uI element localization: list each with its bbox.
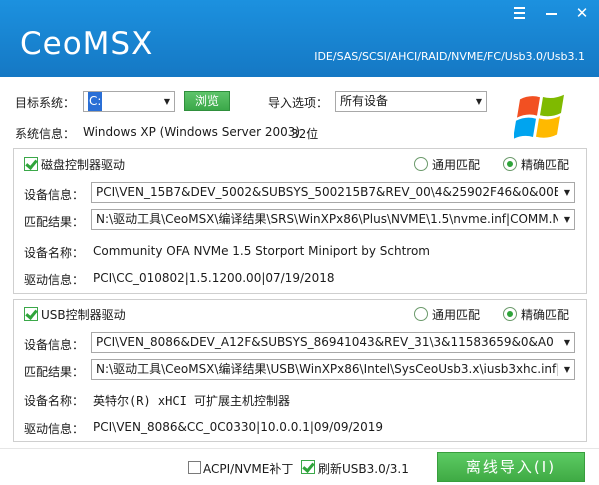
usb-controller-checkbox[interactable]: [24, 307, 38, 321]
disk-device-info-select[interactable]: PCI\VEN_15B7&DEV_5002&SUBSYS_500215B7&RE…: [91, 182, 575, 203]
usb-device-name-label: 设备名称：: [24, 394, 85, 408]
disk-device-info-value: PCI\VEN_15B7&DEV_5002&SUBSYS_500215B7&RE…: [96, 185, 558, 199]
usb-device-name-value: 英特尔(R) xHCI 可扩展主机控制器: [93, 394, 291, 408]
refresh-usb-checkbox[interactable]: [301, 460, 315, 474]
chevron-down-icon[interactable]: ▼: [560, 360, 574, 379]
usb-general-match-radio[interactable]: [414, 307, 428, 321]
chevron-down-icon[interactable]: ▼: [560, 210, 574, 229]
usb-match-label: 匹配结果：: [24, 365, 85, 379]
usb-device-info-value: PCI\VEN_8086&DEV_A12F&SUBSYS_86941043&RE…: [96, 335, 554, 349]
supported-interfaces: IDE/SAS/SCSI/AHCI/RAID/NVME/FC/Usb3.0/Us…: [314, 50, 585, 63]
usb-driver-info-label: 驱动信息：: [24, 422, 85, 436]
usb-device-info-select[interactable]: PCI\VEN_8086&DEV_A12F&SUBSYS_86941043&RE…: [91, 332, 575, 353]
refresh-usb-label: 刷新USB3.0/3.1: [318, 462, 409, 476]
browse-button[interactable]: 浏览: [184, 91, 230, 111]
disk-match-value: N:\驱动工具\CeoMSX\编译结果\SRS\WinXPx86\Plus\NV…: [96, 212, 558, 226]
usb-match-value: N:\驱动工具\CeoMSX\编译结果\USB\WinXPx86\Intel\S…: [96, 362, 558, 376]
disk-general-match-radio[interactable]: [414, 157, 428, 171]
disk-general-match-label: 通用匹配: [432, 158, 481, 172]
usb-device-info-label: 设备信息：: [24, 338, 85, 352]
chevron-down-icon[interactable]: ▼: [560, 333, 574, 352]
target-system-select[interactable]: C: ▼: [83, 91, 175, 112]
disk-device-info-label: 设备信息：: [24, 188, 85, 202]
system-info-label: 系统信息：: [15, 127, 76, 141]
system-os-text: Windows XP (Windows Server 2003): [83, 125, 301, 139]
windows-logo-icon: [514, 94, 564, 140]
minimize-icon[interactable]: [540, 4, 562, 22]
usb-controller-title: USB控制器驱动: [41, 308, 126, 322]
disk-match-label: 匹配结果：: [24, 215, 85, 229]
title-bar: CeoMSX IDE/SAS/SCSI/AHCI/RAID/NVME/FC/Us…: [0, 0, 599, 77]
disk-device-name-value: Community OFA NVMe 1.5 Storport Miniport…: [93, 244, 430, 258]
usb-match-select[interactable]: N:\驱动工具\CeoMSX\编译结果\USB\WinXPx86\Intel\S…: [91, 359, 575, 380]
chevron-down-icon[interactable]: ▼: [560, 183, 574, 202]
disk-driver-info-value: PCI\CC_010802|1.5.1200.00|07/19/2018: [93, 271, 335, 285]
import-option-label: 导入选项：: [268, 96, 329, 110]
disk-controller-checkbox[interactable]: [24, 157, 38, 171]
target-system-value: C:: [88, 92, 103, 111]
usb-general-match-label: 通用匹配: [432, 308, 481, 322]
menu-icon[interactable]: [508, 4, 530, 22]
disk-controller-title: 磁盘控制器驱动: [41, 158, 126, 172]
system-bits-text: 32位: [291, 127, 319, 141]
acpi-nvme-patch-checkbox[interactable]: [188, 461, 201, 474]
close-icon[interactable]: ✕: [571, 4, 593, 22]
disk-driver-info-label: 驱动信息：: [24, 273, 85, 287]
chevron-down-icon[interactable]: ▼: [160, 92, 174, 111]
disk-match-select[interactable]: N:\驱动工具\CeoMSX\编译结果\SRS\WinXPx86\Plus\NV…: [91, 209, 575, 230]
footer-divider: [0, 448, 599, 449]
disk-precise-match-label: 精确匹配: [521, 158, 570, 172]
chevron-down-icon[interactable]: ▼: [472, 92, 486, 111]
usb-precise-match-radio[interactable]: [503, 307, 517, 321]
target-system-label: 目标系统：: [15, 96, 76, 110]
import-option-value: 所有设备: [340, 94, 389, 108]
app-logo: CeoMSX: [20, 26, 154, 62]
import-option-select[interactable]: 所有设备 ▼: [335, 91, 487, 112]
offline-import-button[interactable]: 离线导入(I): [437, 452, 585, 482]
acpi-nvme-patch-label: ACPI/NVME补丁: [203, 462, 294, 476]
disk-precise-match-radio[interactable]: [503, 157, 517, 171]
disk-device-name-label: 设备名称：: [24, 246, 85, 260]
usb-precise-match-label: 精确匹配: [521, 308, 570, 322]
usb-driver-info-value: PCI\VEN_8086&CC_0C0330|10.0.0.1|09/09/20…: [93, 420, 384, 434]
